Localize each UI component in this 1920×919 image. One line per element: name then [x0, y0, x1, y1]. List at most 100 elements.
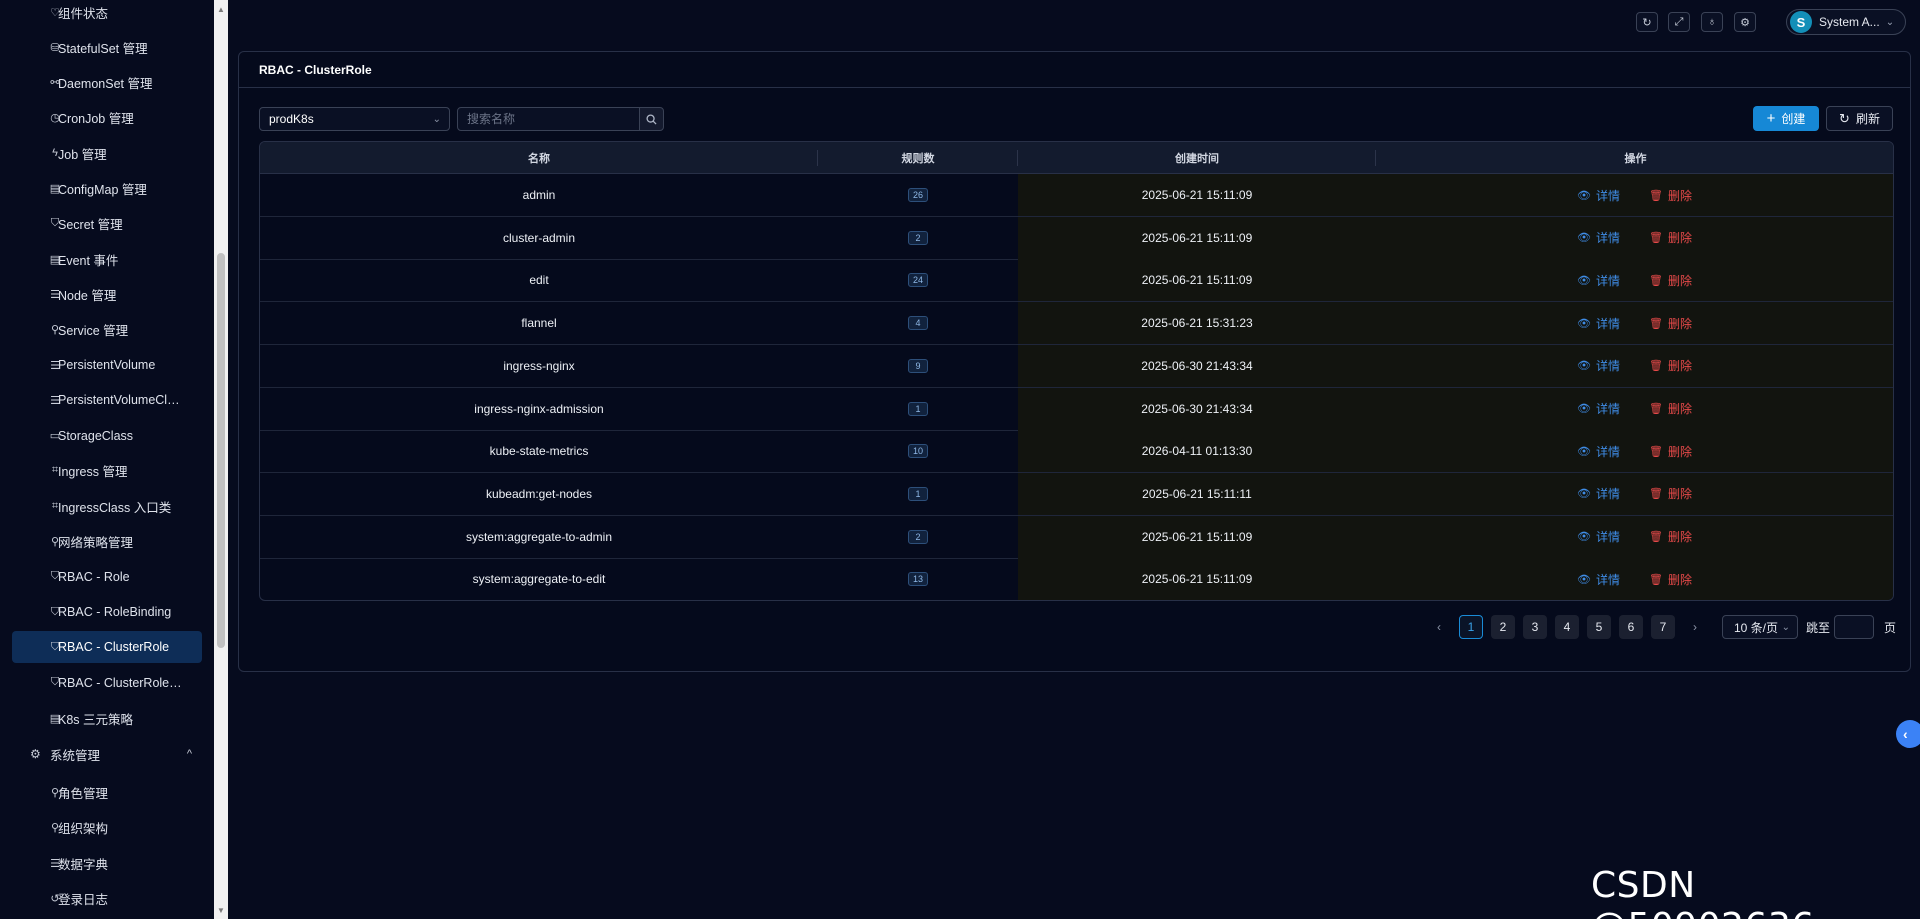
role-name: admin: [522, 188, 556, 202]
clusterrole-table: 名称 规则数 创建时间 操作 admin 26 2025-06-21 15:11:0…: [259, 141, 1894, 601]
collapse-panel-button[interactable]: ‹: [1896, 720, 1920, 748]
sidebar-item-label: Event 事件: [58, 253, 119, 268]
delete-link[interactable]: 🗑︎ 删除: [1649, 430, 1692, 472]
delete-link[interactable]: 🗑︎ 删除: [1649, 345, 1692, 387]
eye-icon: 👁︎: [1577, 189, 1591, 202]
view-detail-label: 详情: [1595, 530, 1620, 545]
view-detail-label: 详情: [1595, 487, 1620, 502]
sidebar-item-label: Secret 管理: [58, 218, 123, 233]
list-icon: ☰: [50, 857, 60, 870]
ingress-icon: ⌗: [51, 464, 59, 477]
view-detail-link[interactable]: 👁︎ 详情: [1577, 259, 1620, 301]
delete-label: 删除: [1667, 572, 1692, 587]
sidebar-item[interactable]: ⌗ Ingress 管理: [12, 455, 202, 487]
delete-link[interactable]: 🗑︎ 删除: [1649, 473, 1692, 515]
page-number-button[interactable]: 2: [1491, 615, 1515, 639]
rules-count-cell: 13: [818, 558, 1018, 600]
refresh-button[interactable]: ↻ 刷新: [1826, 106, 1893, 131]
sidebar-item[interactable]: ⚲ 组织架构: [12, 812, 202, 844]
view-detail-link[interactable]: 👁︎ 详情: [1577, 345, 1620, 387]
view-detail-label: 详情: [1595, 316, 1620, 331]
refresh-button[interactable]: ↻: [1636, 12, 1658, 32]
create-button[interactable]: + 创建: [1753, 106, 1819, 131]
sidebar-item-label: 组件状态: [58, 6, 109, 21]
list-icon: ☰: [50, 394, 60, 407]
prev-page-icon[interactable]: ‹: [1427, 615, 1451, 639]
page-size-select[interactable]: 10 条/页 ⌄: [1722, 615, 1798, 639]
lightbulb-button[interactable]: ♁: [1701, 12, 1723, 32]
sidebar-item[interactable]: ▤ K8s 三元策略: [12, 702, 202, 734]
table-row: ingress-nginx-admission 1 2025-06-30 21:43…: [260, 387, 1893, 431]
sidebar-item[interactable]: ◷ CronJob 管理: [12, 102, 202, 134]
sidebar-group-system[interactable]: ⚙ 系统管理 ^: [12, 738, 202, 770]
sidebar-item[interactable]: ↺ 登录日志: [12, 883, 202, 915]
delete-link[interactable]: 🗑︎ 删除: [1649, 259, 1692, 301]
view-detail-link[interactable]: 👁︎ 详情: [1577, 174, 1620, 216]
page-number-button[interactable]: 7: [1651, 615, 1675, 639]
sidebar-item[interactable]: ⌗ IngressClass 入口类: [12, 490, 202, 522]
search-icon: [646, 113, 657, 125]
page-number-button[interactable]: 3: [1523, 615, 1547, 639]
trash-icon: 🗑︎: [1649, 274, 1663, 287]
next-page-icon[interactable]: ›: [1683, 615, 1707, 639]
sidebar-item[interactable]: ϟ Job 管理: [12, 137, 202, 169]
view-detail-link[interactable]: 👁︎ 详情: [1577, 430, 1620, 472]
sidebar-item[interactable]: ⚯ DaemonSet 管理: [12, 67, 202, 99]
chevron-down-icon: ⌄: [1781, 621, 1790, 633]
sidebar-item[interactable]: ⛉ RBAC - Role: [12, 561, 202, 593]
sidebar-scrollbar-thumb[interactable]: [217, 253, 225, 648]
sidebar-item[interactable]: ⛁ StatefulSet 管理: [12, 31, 202, 63]
settings-button[interactable]: ⚙: [1734, 12, 1756, 32]
sidebar-item[interactable]: ⚲ 角色管理: [12, 776, 202, 808]
page-number-button[interactable]: 6: [1619, 615, 1643, 639]
link-icon: ⚯: [50, 77, 60, 90]
page-number-button[interactable]: 1: [1459, 615, 1483, 639]
view-detail-link[interactable]: 👁︎ 详情: [1577, 388, 1620, 430]
search-input[interactable]: [457, 107, 640, 131]
view-detail-link[interactable]: 👁︎ 详情: [1577, 473, 1620, 515]
delete-link[interactable]: 🗑︎ 删除: [1649, 302, 1692, 344]
role-name: kubeadm:get-nodes: [485, 486, 593, 501]
lightning-icon: ϟ: [52, 147, 58, 160]
sidebar-item[interactable]: ♡ 组件状态: [12, 0, 202, 28]
sidebar-item[interactable]: ▭ StorageClass: [12, 420, 202, 452]
trash-icon: 🗑︎: [1649, 531, 1663, 544]
user-menu[interactable]: S System A... ⌄: [1786, 9, 1906, 35]
page-title: RBAC - ClusterRole: [239, 52, 1910, 88]
sidebar-item[interactable]: ⛉ RBAC - RoleBinding: [12, 596, 202, 628]
list-icon: ☰: [50, 288, 60, 301]
sidebar-item[interactable]: ▤ ConfigMap 管理: [12, 173, 202, 205]
view-detail-link[interactable]: 👁︎ 详情: [1577, 516, 1620, 558]
fullscreen-button[interactable]: ⤢: [1668, 12, 1690, 32]
jump-to-page-input[interactable]: [1834, 615, 1874, 639]
view-detail-link[interactable]: 👁︎ 详情: [1577, 217, 1620, 259]
sidebar-item[interactable]: ▤ Event 事件: [12, 243, 202, 275]
search-button[interactable]: [639, 107, 664, 131]
delete-link[interactable]: 🗑︎ 删除: [1649, 388, 1692, 430]
sidebar-item[interactable]: ⚲ Service 管理: [12, 314, 202, 346]
sidebar-item[interactable]: ☰ PersistentVolume: [12, 349, 202, 381]
delete-link[interactable]: 🗑︎ 删除: [1649, 174, 1692, 216]
rules-count-cell: 26: [818, 174, 1018, 216]
namespace-select[interactable]: prodK8s ⌄: [259, 107, 450, 131]
sidebar-item[interactable]: ⚲ 网络策略管理: [12, 526, 202, 558]
view-detail-link[interactable]: 👁︎ 详情: [1577, 558, 1620, 600]
chevron-down-icon: ⌄: [432, 113, 441, 125]
sidebar-item[interactable]: ☰ PersistentVolumeClai...: [12, 384, 202, 416]
sidebar-item[interactable]: ☰ Node 管理: [12, 278, 202, 310]
scroll-down-arrow-icon[interactable]: ▼: [214, 903, 228, 917]
delete-link[interactable]: 🗑︎ 删除: [1649, 217, 1692, 259]
delete-link[interactable]: 🗑︎ 删除: [1649, 558, 1692, 600]
sidebar-item[interactable]: ⛉ RBAC - ClusterRole: [12, 631, 202, 664]
delete-link[interactable]: 🗑︎ 删除: [1649, 516, 1692, 558]
column-header-rules: 规则数: [901, 153, 935, 165]
page-number-button[interactable]: 4: [1555, 615, 1579, 639]
sidebar-item[interactable]: ⛉ Secret 管理: [12, 208, 202, 240]
page-number-button[interactable]: 5: [1587, 615, 1611, 639]
rules-count-badge: 2: [908, 230, 928, 245]
sidebar-item[interactable]: ☰ 数据字典: [12, 847, 202, 879]
sidebar-item[interactable]: ⛉ RBAC - ClusterRoleBi...: [12, 667, 202, 699]
delete-label: 删除: [1667, 359, 1692, 374]
view-detail-link[interactable]: 👁︎ 详情: [1577, 302, 1620, 344]
scroll-up-arrow-icon[interactable]: ▲: [214, 2, 228, 16]
